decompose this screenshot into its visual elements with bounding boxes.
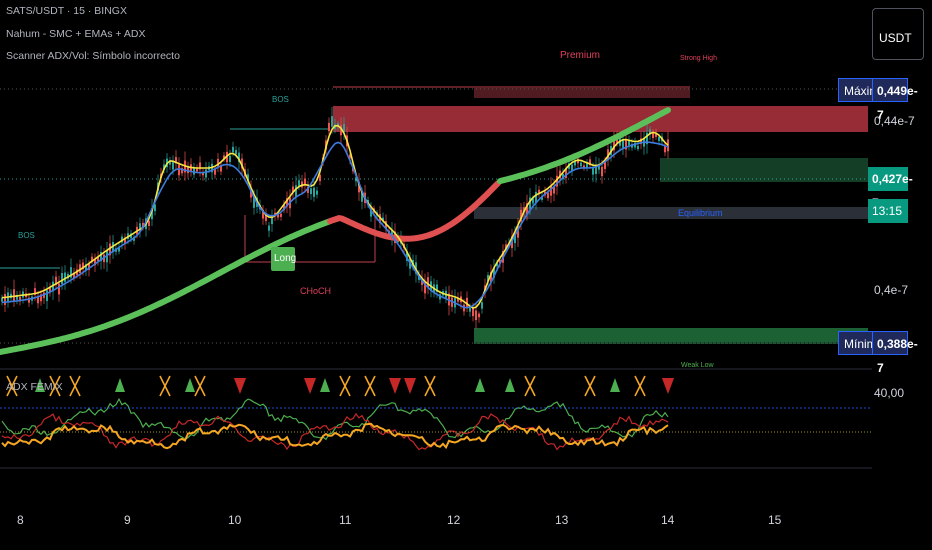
time-label-9: 9 bbox=[124, 513, 131, 527]
signal-cross-marker bbox=[364, 375, 376, 397]
weak-low-label: Weak Low bbox=[681, 362, 714, 369]
candle-body bbox=[280, 213, 282, 217]
equilibrium-label: Equilibrium bbox=[678, 208, 723, 218]
time-label-13: 13 bbox=[555, 513, 569, 527]
candle-body bbox=[235, 150, 237, 155]
candle-body bbox=[61, 273, 63, 285]
legend-symbol[interactable]: SATS/USDT · 15 · BINGX bbox=[6, 5, 127, 17]
signal-cross-marker bbox=[524, 375, 536, 397]
adx-series bbox=[1, 375, 674, 451]
legend-scanner[interactable]: Scanner ADX/Vol: Símbolo incorrecto bbox=[6, 50, 180, 62]
signal-up-marker bbox=[115, 378, 125, 392]
green-zone bbox=[660, 158, 868, 182]
signal-cross-marker bbox=[194, 375, 206, 397]
candle-body bbox=[313, 187, 315, 197]
signal-cross-marker bbox=[159, 375, 171, 397]
slow-ema-line-red bbox=[327, 180, 501, 242]
time-label-15: 15 bbox=[768, 513, 782, 527]
candle-body bbox=[178, 164, 180, 176]
premium-label: Premium bbox=[560, 50, 601, 61]
price-level-2: 0,4e-7 bbox=[874, 283, 909, 297]
signal-down-marker bbox=[389, 378, 401, 394]
signal-cross-marker bbox=[634, 375, 646, 397]
candle-body bbox=[229, 155, 231, 163]
candle-body bbox=[64, 272, 66, 282]
signal-up-marker bbox=[320, 378, 330, 392]
candle-body bbox=[214, 169, 216, 175]
candle-body bbox=[478, 313, 480, 318]
candle-body bbox=[46, 290, 48, 302]
chart-window: SATS/USDT · 15 · BINGX Nahum - SMC + EMA… bbox=[0, 0, 932, 550]
candle-body bbox=[481, 302, 483, 309]
signal-up-marker bbox=[505, 378, 515, 392]
candle-body bbox=[475, 310, 477, 321]
signal-cross-marker bbox=[584, 375, 596, 397]
high-price-value: 0,449e-7 bbox=[872, 78, 918, 122]
candle-body bbox=[268, 225, 270, 231]
low-price-value: 0,388e-7 bbox=[872, 331, 918, 375]
adx-level-value: 40,00 bbox=[874, 386, 905, 400]
candle-body bbox=[298, 180, 300, 186]
candle-body bbox=[601, 166, 603, 177]
candle-body bbox=[304, 178, 306, 185]
price-level-1: 0,44e-7 bbox=[874, 114, 915, 128]
candle-body bbox=[172, 161, 174, 170]
price-chart-canvas[interactable] bbox=[0, 0, 932, 550]
candle-body bbox=[310, 188, 312, 195]
candle-body bbox=[4, 293, 6, 305]
time-label-11: 11 bbox=[339, 513, 352, 527]
signal-down-marker bbox=[404, 378, 416, 394]
candle-body bbox=[295, 185, 297, 198]
signal-down-marker bbox=[304, 378, 316, 394]
current-price-value: 0,427e-7 bbox=[868, 167, 913, 210]
ema-series bbox=[0, 107, 671, 355]
candle-body bbox=[232, 146, 234, 153]
candle-body bbox=[547, 192, 549, 199]
choch-label: CHoCH bbox=[300, 286, 332, 296]
signal-up-marker bbox=[610, 378, 620, 392]
candle-body bbox=[196, 168, 198, 172]
candle-body bbox=[58, 283, 60, 295]
candle-body bbox=[580, 162, 582, 167]
legend-indicator[interactable]: Nahum - SMC + EMAs + ADX bbox=[6, 28, 145, 40]
candle-body bbox=[637, 145, 639, 150]
candle-body bbox=[658, 136, 660, 141]
signal-cross-marker bbox=[69, 375, 81, 397]
signal-down-marker bbox=[234, 378, 246, 394]
time-label-12: 12 bbox=[447, 513, 461, 527]
adx-pane-title[interactable]: ADX FEMIX bbox=[6, 381, 63, 393]
candle-body bbox=[148, 220, 150, 226]
time-label-14: 14 bbox=[661, 513, 675, 527]
candle-body bbox=[331, 116, 333, 127]
candle-body bbox=[469, 307, 471, 312]
bos-label-left: BOS bbox=[18, 231, 35, 240]
candle-body bbox=[13, 289, 15, 301]
signal-cross-marker bbox=[339, 375, 351, 397]
candle-body bbox=[472, 307, 474, 317]
equilibrium-zone bbox=[474, 207, 868, 219]
long-signal-label: Long bbox=[274, 253, 297, 264]
discount-zone bbox=[474, 328, 868, 342]
signal-down-marker bbox=[662, 378, 674, 394]
candle-body bbox=[328, 122, 330, 132]
candle-body bbox=[205, 169, 207, 178]
signal-cross-marker bbox=[424, 375, 436, 397]
signal-up-marker bbox=[475, 378, 485, 392]
premium-zone bbox=[333, 106, 868, 132]
premium-zone-shade bbox=[474, 88, 690, 98]
time-label-8: 8 bbox=[17, 513, 24, 527]
bos-label-top: BOS bbox=[272, 95, 289, 104]
candle-body bbox=[316, 190, 318, 195]
signal-up-marker bbox=[185, 378, 195, 392]
bar-countdown: 13:15 bbox=[868, 199, 908, 223]
time-label-10: 10 bbox=[228, 513, 242, 527]
strong-high-label: Strong High bbox=[680, 55, 717, 62]
currency-button[interactable]: USDT bbox=[872, 8, 924, 60]
